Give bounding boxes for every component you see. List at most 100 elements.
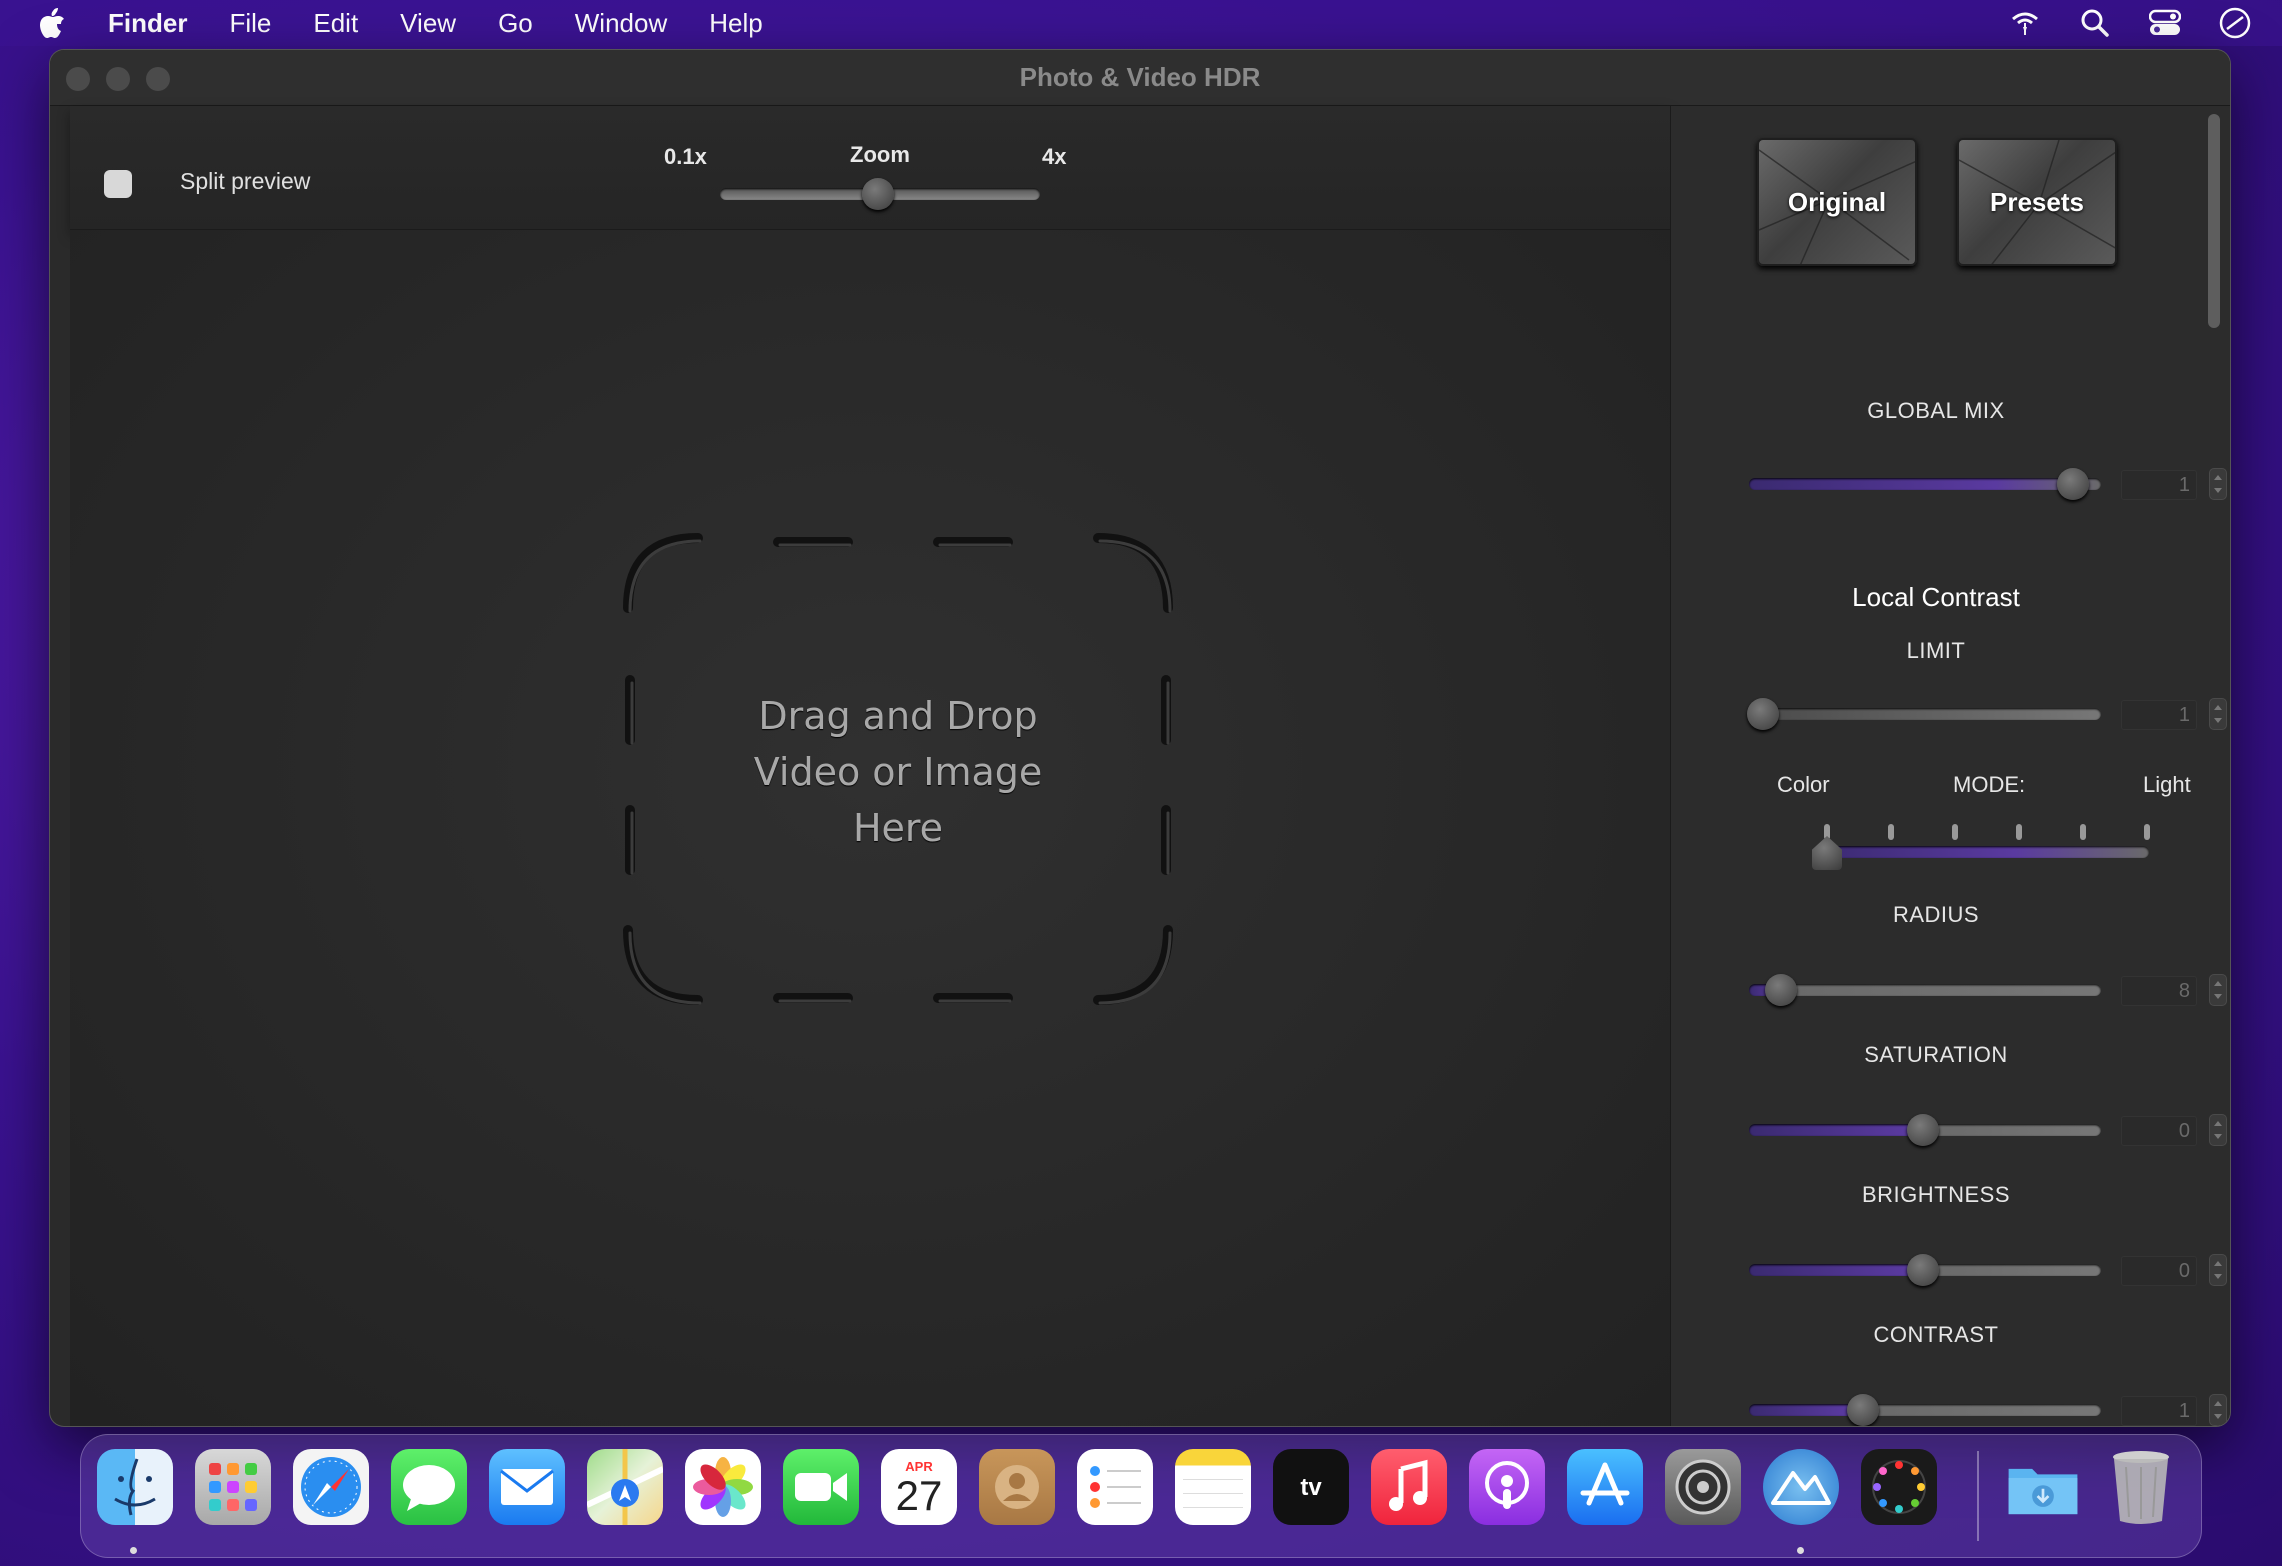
contrast-value-field[interactable]: 1 <box>2121 1396 2197 1426</box>
messages-icon[interactable] <box>391 1449 467 1525</box>
calendar-icon[interactable]: APR 27 <box>881 1449 957 1525</box>
window-title: Photo & Video HDR <box>1019 62 1261 92</box>
presets-button[interactable]: Presets <box>1957 138 2117 266</box>
photo-video-hdr-icon[interactable] <box>1763 1449 1839 1525</box>
downloads-folder-icon[interactable] <box>2005 1449 2081 1525</box>
global-mix-stepper[interactable] <box>2209 468 2227 500</box>
saturation-value-field[interactable]: 0 <box>2121 1116 2197 1146</box>
contrast-label: CONTRAST <box>1873 1322 1999 1347</box>
original-button[interactable]: Original <box>1757 138 1917 266</box>
zoom-min-label: 0.1x <box>664 144 707 169</box>
mode-label: MODE: <box>1953 772 2026 797</box>
zoom-slider-thumb[interactable] <box>862 178 894 210</box>
limit-slider-thumb[interactable] <box>1747 698 1779 730</box>
local-contrast-title: Local Contrast <box>1852 582 2020 612</box>
limit-stepper[interactable] <box>2209 698 2227 730</box>
mode-tick <box>2016 824 2022 840</box>
trash-icon[interactable] <box>2103 1449 2179 1525</box>
apple-menu-icon[interactable] <box>38 7 68 39</box>
control-center-icon[interactable] <box>2148 6 2182 40</box>
preview-toolbar: Split preview 0.1x Zoom 4x <box>70 106 1670 230</box>
mail-icon[interactable] <box>489 1449 565 1525</box>
menu-edit[interactable]: Edit <box>313 8 358 39</box>
dock-separator <box>1977 1451 1979 1541</box>
calendar-day: 27 <box>895 1471 943 1519</box>
system-settings-icon[interactable] <box>1665 1449 1741 1525</box>
mode-tick <box>1952 824 1958 840</box>
menu-view[interactable]: View <box>400 8 456 39</box>
appstore-icon[interactable] <box>1567 1449 1643 1525</box>
app-window: Photo & Video HDR Split preview 0.1x Zoo… <box>50 50 2230 1426</box>
menu-go[interactable]: Go <box>498 8 533 39</box>
finder-icon[interactable] <box>97 1449 173 1525</box>
zoom-label: Zoom <box>850 142 910 167</box>
presets-button-label: Presets <box>1990 186 2084 217</box>
siri-status-icon[interactable] <box>2218 6 2252 40</box>
spotlight-search-icon[interactable] <box>2078 6 2112 40</box>
limit-value-field[interactable]: 1 <box>2121 700 2197 730</box>
drop-zone[interactable]: Drag and Drop Video or Image Here <box>618 530 1178 1010</box>
brightness-stepper[interactable] <box>2209 1254 2227 1286</box>
appletv-icon[interactable]: tv <box>1273 1449 1349 1525</box>
wifi-icon[interactable] <box>2008 6 2042 40</box>
menu-finder[interactable]: Finder <box>108 8 187 39</box>
dock: APR 27 tv <box>80 1434 2202 1558</box>
adjustments-panel: Original Presets GLOBAL MIX 1 Local Cont… <box>1670 106 2230 1426</box>
drop-zone-text: Drag and Drop Video or Image Here <box>618 688 1178 856</box>
menu-help[interactable]: Help <box>709 8 762 39</box>
original-button-label: Original <box>1787 186 1887 217</box>
maps-icon[interactable] <box>587 1449 663 1525</box>
radius-slider-track[interactable] <box>1749 984 2101 996</box>
panel-scrollbar-thumb[interactable] <box>2208 114 2220 328</box>
global-mix-slider-thumb[interactable] <box>2057 468 2089 500</box>
color-app-icon[interactable] <box>1861 1449 1937 1525</box>
zoom-max-label: 4x <box>1042 144 1067 169</box>
limit-label: LIMIT <box>1906 638 1966 663</box>
global-mix-label: GLOBAL MIX <box>1867 398 2005 423</box>
limit-slider-track[interactable] <box>1749 708 2101 720</box>
notes-icon[interactable] <box>1175 1449 1251 1525</box>
launchpad-icon[interactable] <box>195 1449 271 1525</box>
contrast-slider-thumb[interactable] <box>1847 1394 1879 1426</box>
podcasts-icon[interactable] <box>1469 1449 1545 1525</box>
reminders-icon[interactable] <box>1077 1449 1153 1525</box>
global-mix-value-field[interactable]: 1 <box>2121 470 2197 500</box>
radius-label: RADIUS <box>1892 902 1980 927</box>
drop-zone-line-1: Drag and Drop <box>758 694 1038 738</box>
safari-icon[interactable] <box>293 1449 369 1525</box>
photos-icon[interactable] <box>685 1449 761 1525</box>
mode-slider-track[interactable] <box>1813 846 2149 858</box>
radius-slider-thumb[interactable] <box>1765 974 1797 1006</box>
global-mix-slider-track[interactable] <box>1749 478 2101 490</box>
running-indicator <box>1797 1547 1804 1554</box>
split-preview-checkbox[interactable] <box>104 170 132 198</box>
music-icon[interactable] <box>1371 1449 1447 1525</box>
contrast-slider-track[interactable] <box>1749 1404 2101 1416</box>
mode-tick <box>2080 824 2086 840</box>
menu-window[interactable]: Window <box>575 8 667 39</box>
drop-zone-line-2: Video or Image <box>753 750 1043 794</box>
brightness-value-field[interactable]: 0 <box>2121 1256 2197 1286</box>
title-bar: Photo & Video HDR <box>50 50 2230 106</box>
radius-value-field[interactable]: 8 <box>2121 976 2197 1006</box>
split-preview-label: Split preview <box>180 168 311 194</box>
mode-tick <box>2144 824 2150 840</box>
menu-file[interactable]: File <box>229 8 271 39</box>
facetime-icon[interactable] <box>783 1449 859 1525</box>
preview-area: Split preview 0.1x Zoom 4x Drag and Drop… <box>70 106 1670 1426</box>
saturation-label: SATURATION <box>1864 1042 2008 1067</box>
contacts-icon[interactable] <box>979 1449 1055 1525</box>
preview-canvas[interactable]: Drag and Drop Video or Image Here <box>70 230 1670 1426</box>
radius-stepper[interactable] <box>2209 974 2227 1006</box>
mode-slider-thumb[interactable] <box>1812 836 1842 870</box>
brightness-slider-thumb[interactable] <box>1907 1254 1939 1286</box>
mode-tick <box>1888 824 1894 840</box>
saturation-slider-thumb[interactable] <box>1907 1114 1939 1146</box>
mode-light-label: Light <box>2143 772 2191 797</box>
running-indicator <box>130 1547 137 1554</box>
drop-zone-line-3: Here <box>852 806 944 850</box>
contrast-stepper[interactable] <box>2209 1394 2227 1426</box>
saturation-stepper[interactable] <box>2209 1114 2227 1146</box>
svg-text:tv: tv <box>1300 1474 1322 1501</box>
mode-color-label: Color <box>1777 772 1830 797</box>
